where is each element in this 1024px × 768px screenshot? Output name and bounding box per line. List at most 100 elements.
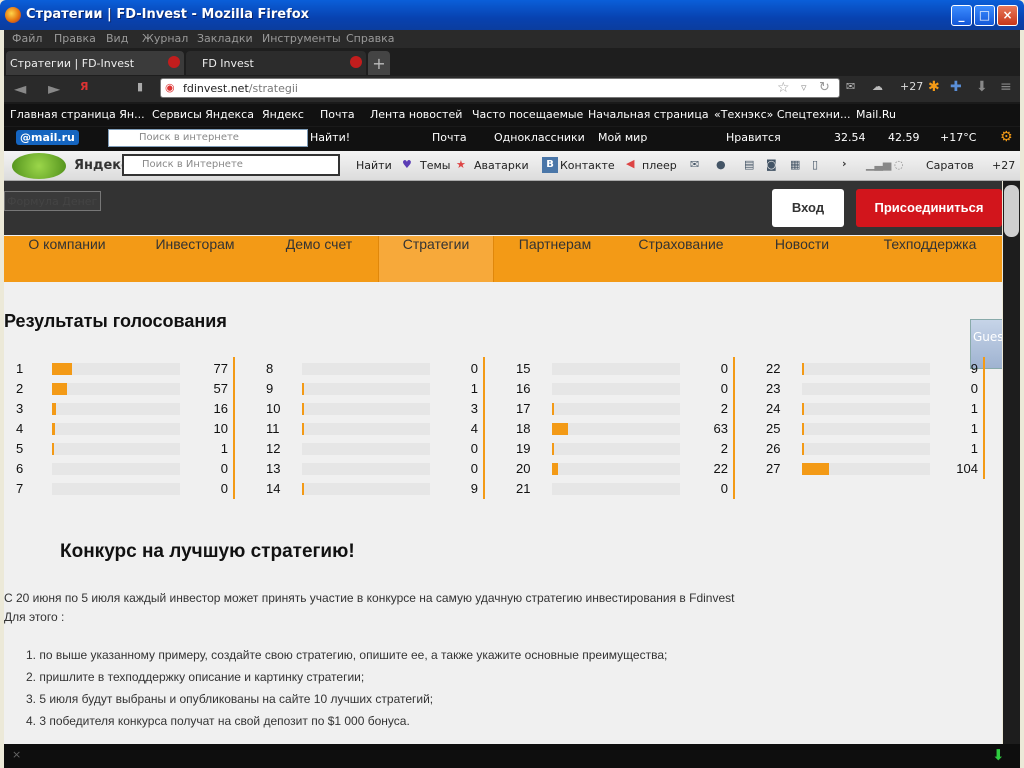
bookmark-yandex[interactable]: Яндекс	[262, 108, 304, 121]
user-icon[interactable]: ●	[716, 158, 726, 171]
nav-about[interactable]: О компании	[4, 236, 130, 282]
nav-strategies[interactable]: Стратегии	[378, 236, 494, 282]
dropdown-icon[interactable]: ▿	[801, 81, 807, 94]
vote-number: 17	[516, 401, 531, 416]
mailru-likes[interactable]: Нравится	[726, 131, 781, 144]
menu-bookmarks[interactable]: Закладки	[197, 32, 253, 45]
nav-support[interactable]: Техподдержка	[858, 236, 1002, 282]
puzzle-icon[interactable]: ✚	[950, 79, 962, 95]
bookmark-frequent[interactable]: Часто посещаемые	[472, 108, 583, 121]
mailru-link-my-world[interactable]: Мой мир	[598, 131, 647, 144]
window-titlebar[interactable]: Стратегии | FD-Invest - Mozilla Firefox …	[0, 0, 1024, 30]
yandex-search-input[interactable]: Поиск в Интернете	[122, 154, 340, 176]
vote-bar	[552, 443, 680, 455]
nav-partners[interactable]: Партнерам	[494, 236, 616, 282]
url-text[interactable]: fdinvest.net/strategii	[183, 82, 298, 95]
vote-number: 10	[266, 401, 281, 416]
bookmark-mailru[interactable]: Mail.Ru	[856, 108, 896, 121]
vote-number: 9	[266, 381, 274, 396]
login-button[interactable]: Вход	[772, 189, 844, 227]
mail-icon[interactable]: ✉	[690, 158, 699, 171]
camera-icon[interactable]: ◙	[766, 158, 777, 171]
vote-row: 18 63	[516, 421, 732, 437]
menu-file[interactable]: Файл	[12, 32, 42, 45]
page-scrollbar[interactable]	[1003, 181, 1020, 744]
scrollbar-thumb[interactable]	[1004, 185, 1019, 237]
tab-close-icon[interactable]	[350, 56, 362, 68]
vote-number: 27	[766, 461, 781, 476]
yabar-link-player[interactable]: плеер	[642, 159, 677, 172]
bookmark-yandex-home[interactable]: Главная страница Ян...	[10, 108, 145, 121]
bookmark-yandex-services[interactable]: Сервисы Яндекса	[152, 108, 254, 121]
mailru-logo[interactable]: @mail.ru	[16, 130, 79, 145]
heart-icon: ♥	[402, 158, 412, 171]
vote-count: 10	[213, 421, 228, 436]
tab-strategii[interactable]: Стратегии | FD-Invest	[6, 51, 184, 75]
yabar-link-avatars[interactable]: Аватарки	[474, 159, 529, 172]
formula-logo[interactable]: Формула Денег	[4, 191, 101, 211]
firefox-icon	[5, 7, 21, 23]
bookmark-mail[interactable]: Почта	[320, 108, 355, 121]
download-icon[interactable]: ⬇	[976, 79, 988, 95]
back-arrow-icon[interactable]: ◄	[14, 79, 26, 98]
status-close-icon[interactable]: ×	[12, 748, 21, 761]
nav-news[interactable]: Новости	[746, 236, 858, 282]
nav-investors[interactable]: Инвесторам	[130, 236, 260, 282]
menu-view[interactable]: Вид	[106, 32, 128, 45]
reload-icon[interactable]: ↻	[819, 80, 830, 95]
mailru-link-odnoklassniki[interactable]: Одноклассники	[494, 131, 585, 144]
nav-insurance[interactable]: Страхование	[616, 236, 746, 282]
menu-tools[interactable]: Инструменты	[262, 32, 341, 45]
close-button[interactable]: ×	[997, 5, 1018, 26]
vote-bar	[552, 463, 680, 475]
vote-number: 23	[766, 381, 781, 396]
yandex-logo[interactable]: Яндекс	[74, 158, 129, 173]
menu-edit[interactable]: Правка	[54, 32, 96, 45]
vote-row: 24 1	[766, 401, 982, 417]
tab-fd-invest[interactable]: FD Invest	[186, 51, 366, 75]
minimize-button[interactable]: _	[951, 5, 972, 26]
vote-row: 2 57	[16, 381, 232, 397]
vote-row: 80	[266, 361, 482, 377]
yabar-link-themes[interactable]: Темы	[420, 159, 450, 172]
menu-bar: Файл Правка Вид Журнал Закладки Инструме…	[4, 30, 1020, 48]
vote-number: 15	[516, 361, 531, 376]
menu-help[interactable]: Справка	[346, 32, 394, 45]
chevron-right-icon[interactable]: ›	[842, 157, 847, 170]
docs-icon[interactable]: ▤	[744, 158, 754, 171]
join-button[interactable]: Присоединиться	[856, 189, 1002, 227]
vote-bar	[302, 423, 430, 435]
mail-icon[interactable]: ✉	[846, 80, 855, 93]
vote-bar	[802, 423, 930, 435]
forward-arrow-icon[interactable]: ►	[48, 79, 60, 98]
star-icon[interactable]: ☆	[777, 80, 790, 96]
status-bar: × ⬇	[4, 744, 1020, 768]
bookmark-tekhneks[interactable]: «Технэкс» Спецтехни...	[714, 108, 851, 121]
nav-demo[interactable]: Демо счет	[260, 236, 378, 282]
maximize-button[interactable]: □	[974, 5, 995, 26]
mailru-search-input[interactable]: Поиск в интернете	[108, 129, 308, 147]
new-tab-button[interactable]: +	[368, 51, 390, 75]
vote-row: 27 104	[766, 461, 982, 477]
weather-widget-icon[interactable]: ✱	[928, 79, 940, 95]
yabar-link-vkontakte[interactable]: Контакте	[560, 159, 615, 172]
download-arrow-icon[interactable]: ⬇	[992, 746, 1005, 764]
vote-row: 91	[266, 381, 482, 397]
address-bar[interactable]: ◉ fdinvest.net/strategii ☆ ▿ ↻	[160, 78, 840, 98]
vote-bar-fill	[802, 363, 804, 375]
tab-label: FD Invest	[202, 57, 254, 70]
menu-history[interactable]: Журнал	[142, 32, 188, 45]
vote-row: 19 2	[516, 441, 732, 457]
page-icon[interactable]: ▯	[812, 158, 818, 171]
menu-icon[interactable]: ≡	[1000, 79, 1012, 95]
yandex-find-button[interactable]: Найти	[356, 159, 392, 172]
mailru-link-mail[interactable]: Почта	[432, 131, 467, 144]
tab-close-icon[interactable]	[168, 56, 180, 68]
bookmark-start-page[interactable]: Начальная страница	[588, 108, 709, 121]
film-icon[interactable]: ▦	[790, 158, 800, 171]
chat-icon[interactable]: ◌	[894, 158, 904, 171]
settings-gear-icon[interactable]: ⚙	[1000, 129, 1013, 145]
yabar-city[interactable]: Саратов	[926, 159, 974, 172]
bookmark-news-feed[interactable]: Лента новостей	[370, 108, 462, 121]
mailru-find-button[interactable]: Найти!	[310, 131, 350, 144]
